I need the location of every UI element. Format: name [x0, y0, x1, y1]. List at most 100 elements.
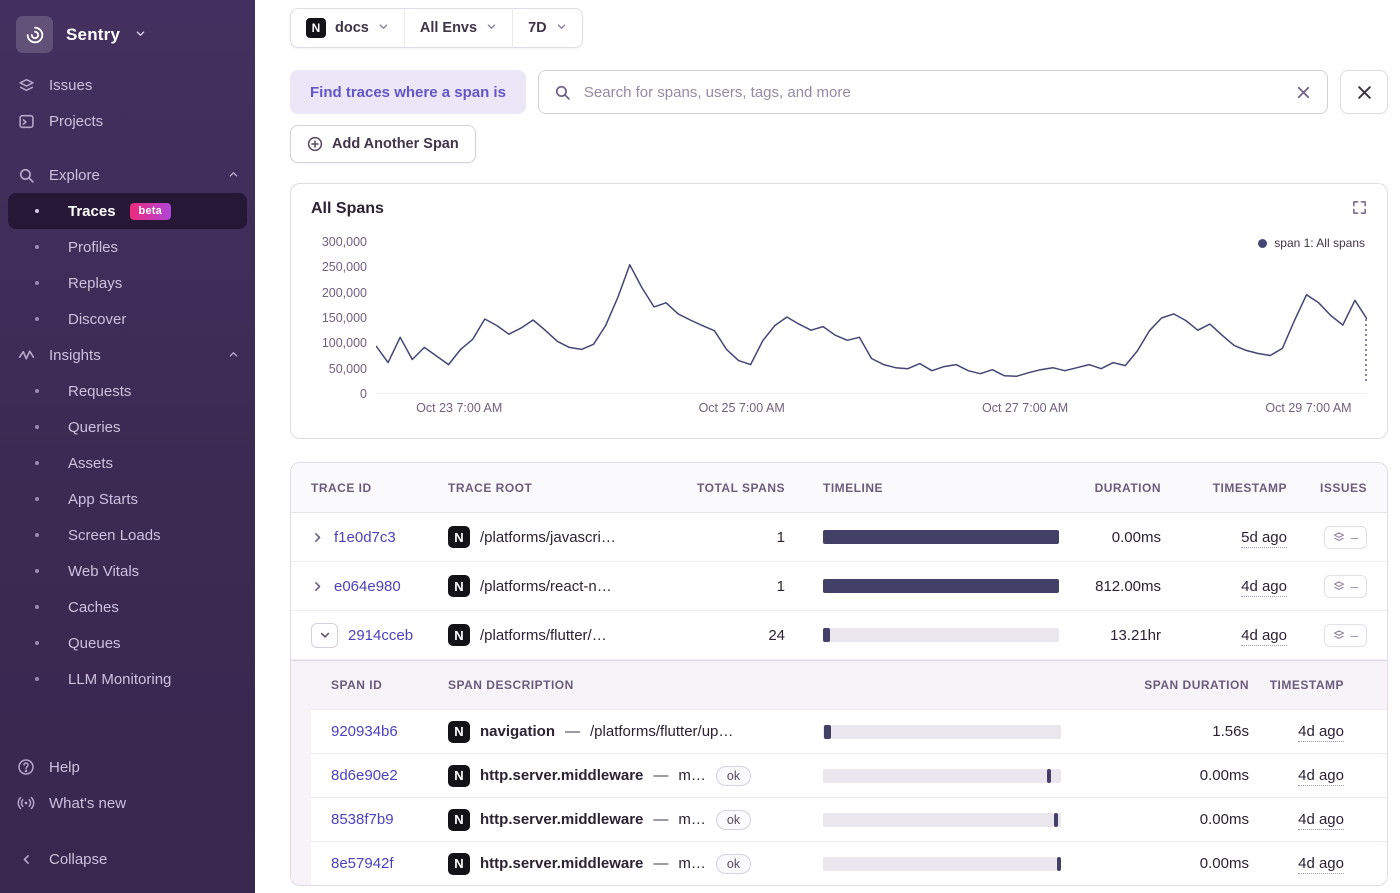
duration: 0.00ms — [1111, 528, 1161, 546]
sidebar-subitem[interactable]: Queues — [0, 625, 255, 661]
sidebar-group-header-explore[interactable]: Explore — [0, 157, 255, 193]
bullet-icon — [35, 641, 39, 645]
sidebar-item-whats-new[interactable]: What's new — [0, 785, 255, 821]
timeline-track — [823, 628, 1059, 642]
sidebar-subitem[interactable]: Web Vitals — [0, 553, 255, 589]
timestamp-cell: 4d ago — [1161, 626, 1287, 646]
sidebar-item-projects[interactable]: Projects — [0, 103, 255, 139]
date-range-selector[interactable]: 7D — [512, 9, 582, 47]
sidebar-subitem[interactable]: Discover — [0, 301, 255, 337]
environment-selector[interactable]: All Envs — [403, 9, 512, 47]
clear-search-icon[interactable] — [1295, 84, 1312, 101]
trace-root: /platforms/javascri… — [480, 528, 616, 546]
span-row: 920934b6 N navigation — /platforms/flutt… — [311, 709, 1387, 753]
timestamp: 4d ago — [1241, 626, 1287, 646]
span-id-link[interactable]: 920934b6 — [331, 723, 398, 740]
chart-plot-area: 0 50,000 100,000 150,000 200,000 250,000 300,0… — [322, 235, 1367, 415]
x-axis-label: Oct 23 7:00 AM — [416, 401, 503, 415]
project-avatar-icon: N — [306, 18, 326, 38]
chevron-down-icon — [135, 26, 146, 44]
sidebar-subitem[interactable]: Replays — [0, 265, 255, 301]
trace-root-cell: N /platforms/react-n… — [448, 575, 681, 597]
sidebar-subitem[interactable]: LLM Monitoring — [0, 661, 255, 697]
collapse-label: Collapse — [49, 850, 108, 868]
chevron-up-icon — [228, 167, 239, 184]
separator: — — [653, 855, 669, 872]
chevron-up-icon — [228, 347, 239, 364]
timeline-track — [823, 724, 1061, 739]
span-op: http.server.middleware — [480, 855, 644, 872]
bullet-icon — [35, 389, 39, 393]
sidebar-group-header-insights[interactable]: Insights — [0, 337, 255, 373]
date-range-label: 7D — [528, 20, 547, 36]
span-rows: 920934b6 N navigation — /platforms/flutt… — [311, 709, 1387, 885]
sidebar-subitem[interactable]: Profiles — [0, 229, 255, 265]
sidebar-subitem[interactable]: App Starts — [0, 481, 255, 517]
sidebar-item-label: Issues — [49, 76, 93, 94]
bullet-icon — [35, 677, 39, 681]
column-header-trace-root: TRACE ROOT — [448, 480, 533, 495]
chevron-down-icon — [486, 20, 497, 36]
timeline-bar — [824, 724, 832, 739]
column-header-span-duration: SPAN DURATION — [1144, 678, 1249, 692]
expand-toggle[interactable] — [311, 531, 324, 544]
platform-icon: N — [448, 720, 470, 743]
add-span-button[interactable]: Add Another Span — [290, 125, 476, 163]
issues-badge[interactable]: – — [1323, 574, 1367, 598]
span-id-link[interactable]: 8d6e90e2 — [331, 767, 398, 784]
span-description-cell: N http.server.middleware — m… ok — [448, 764, 783, 787]
chevron-down-icon — [378, 20, 389, 36]
sidebar-subitem-label: Web Vitals — [68, 562, 140, 580]
page-filter-bar: N docs All Envs 7D — [290, 8, 583, 48]
separator: — — [653, 767, 669, 784]
collapse-toggle[interactable] — [311, 622, 338, 648]
span-id-link[interactable]: 8538f7b9 — [331, 811, 394, 828]
trace-id-link[interactable]: f1e0d7c3 — [334, 529, 396, 546]
org-switcher[interactable]: Sentry — [0, 14, 255, 67]
duration: 13.21hr — [1110, 626, 1161, 644]
expand-toggle[interactable] — [311, 580, 324, 593]
trace-id-link[interactable]: 2914cceb — [348, 627, 413, 644]
span-search-input[interactable] — [581, 82, 1284, 102]
timeline-track — [823, 856, 1061, 871]
span-id-link[interactable]: 8e57942f — [331, 855, 394, 872]
expand-chart-button[interactable] — [1352, 200, 1367, 215]
column-header-issues: ISSUES — [1319, 480, 1367, 495]
span-filter-label: Find traces where a span is — [290, 70, 526, 114]
span-row: 8538f7b9 N http.server.middleware — m… o… — [311, 797, 1387, 841]
issues-badge[interactable]: – — [1323, 623, 1367, 647]
sidebar-subitem-label: Requests — [68, 382, 132, 400]
collapse-sidebar-button[interactable]: Collapse — [0, 841, 255, 877]
trace-id-link[interactable]: e064e980 — [334, 578, 401, 595]
status-badge: ok — [715, 853, 752, 874]
sidebar-subitem[interactable]: Screen Loads — [0, 517, 255, 553]
sidebar-item-issues[interactable]: Issues — [0, 67, 255, 103]
project-selector[interactable]: N docs — [291, 9, 404, 47]
sidebar-subitem[interactable]: Traces beta — [8, 193, 247, 229]
sidebar-subitem[interactable]: Requests — [0, 373, 255, 409]
span-duration: 0.00ms — [1199, 855, 1249, 872]
timestamp-cell: 4d ago — [1249, 855, 1344, 874]
sidebar-group-label: Insights — [49, 346, 101, 364]
issues-badge[interactable]: – — [1323, 525, 1367, 549]
sidebar-subitem-label: LLM Monitoring — [68, 670, 172, 688]
span-row: 8d6e90e2 N http.server.middleware — m… o… — [311, 753, 1387, 797]
span-search-box — [537, 70, 1328, 114]
trace-rows: f1e0d7c3 N /platforms/javascri… 1 0.00ms… — [291, 513, 1387, 660]
x-axis: Oct 23 7:00 AM Oct 25 7:00 AM Oct 27 7:00 … — [376, 401, 1367, 425]
close-button[interactable] — [1340, 70, 1388, 114]
sidebar-subitem[interactable]: Queries — [0, 409, 255, 445]
all-spans-chart-panel: All Spans span 1: All spans 0 50,000 100,0… — [290, 183, 1388, 439]
issues-count: – — [1350, 529, 1358, 545]
sidebar-subitem[interactable]: Assets — [0, 445, 255, 481]
sidebar-subitem[interactable]: Caches — [0, 589, 255, 625]
timeline-track — [823, 812, 1061, 827]
platform-icon: N — [448, 852, 470, 875]
span-description-cell: N http.server.middleware — m… ok — [448, 852, 783, 875]
sidebar-item-help[interactable]: Help — [0, 749, 255, 785]
sidebar-group-label: Explore — [49, 166, 100, 184]
y-axis-label: 50,000 — [328, 361, 367, 376]
sidebar-item-label: Help — [49, 758, 80, 776]
span-op: http.server.middleware — [480, 811, 644, 828]
trace-id-cell: 2914cceb — [311, 622, 448, 648]
